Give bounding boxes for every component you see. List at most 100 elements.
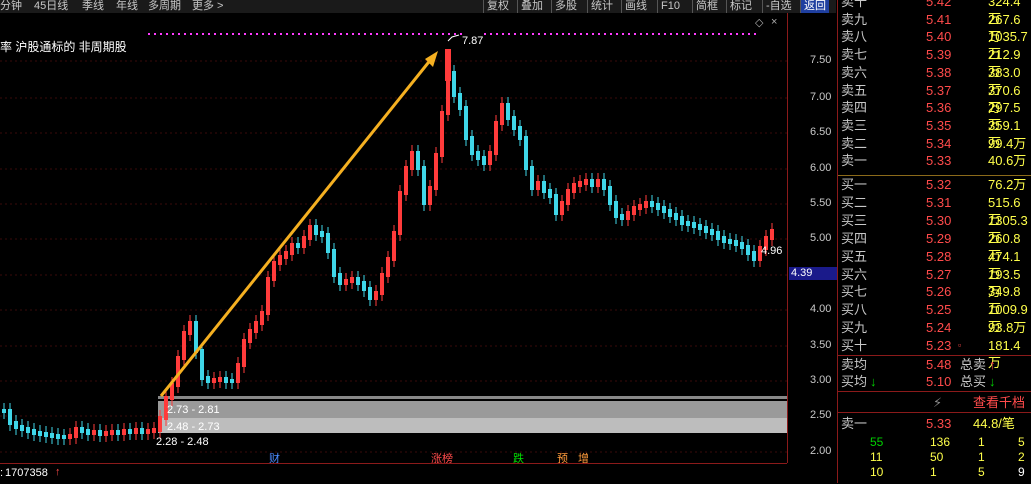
button-overlay[interactable]: 叠加 [517,0,546,13]
buy-row[interactable]: 买三 5.30 1305.3万 [838,212,1031,245]
signal-dot [718,33,720,35]
sell-row[interactable]: 卖五 5.37 370.6万 [838,82,1031,115]
tab-year[interactable]: 年线 [116,0,138,13]
sell-row[interactable]: 卖十 5.42 324.4万 [838,0,1031,26]
tab-multi-period[interactable]: 多周期 [148,0,181,13]
candle-body [266,277,270,315]
tab-minute[interactable]: 分钟 [0,0,22,13]
sell-row[interactable]: 卖三 5.35 359.1万 [838,117,1031,150]
signal-dot [676,33,678,35]
buy-row[interactable]: 买七 5.26 349.8万 [838,283,1031,316]
candle-body [476,151,480,160]
buy-row[interactable]: 买六 5.27 193.5万 [838,266,1031,299]
sell-row[interactable]: 卖六 5.38 383.0万 [838,64,1031,97]
signal-dot [214,33,216,35]
candle-body [56,434,60,439]
candle-body [14,421,18,429]
sell-one-label: 卖一 [841,416,868,431]
candle-body [440,111,444,157]
buy-row[interactable]: 买一 5.32 76.2万 [838,176,1031,193]
sell-row[interactable]: 卖九 5.41 267.6万 [838,11,1031,44]
candle-body [62,435,66,439]
candle-body [188,321,192,335]
candle-body [458,93,462,110]
candle-body [26,427,30,433]
signal-dot [724,33,726,35]
button-mark[interactable]: 标记 [726,0,755,13]
sell-volume: 99.4万 [988,135,1027,151]
signal-dot [538,33,540,35]
sell-row[interactable]: 卖四 5.36 297.5万 [838,99,1031,132]
signal-dot [496,33,498,35]
button-fq[interactable]: 复权 [483,0,512,13]
button-f10[interactable]: F10 [657,0,683,13]
buy-row[interactable]: 买四 5.29 260.8万 [838,230,1031,263]
sell-one-price: 5.33 [926,416,952,431]
sell-row[interactable]: 卖二 5.34 99.4万 [838,135,1031,152]
signal-dot [184,33,186,35]
buy-row[interactable]: 买八 5.25 1009.9万 [838,301,1031,334]
button-simple[interactable]: 简框 [692,0,721,13]
view-thousand-row[interactable]: ⚡ 查看千档 [838,394,1031,411]
candle-body [134,428,138,434]
button-add-watch[interactable]: -自选 [762,0,795,13]
buy-row[interactable]: 买五 5.28 474.1万 [838,248,1031,281]
y-tick-label: 6.50 [810,126,832,138]
sell-row[interactable]: 卖八 5.40 1035.7万 [838,28,1031,61]
candle-body [686,221,690,226]
y-tick-label: 7.50 [810,54,832,66]
candle-body [92,430,96,435]
candle-body [560,201,564,215]
candle-body [206,376,210,383]
candle-body [338,273,342,285]
signal-dot [322,33,324,35]
candle-body [224,377,228,383]
sell-level-label: 卖三 [841,117,868,133]
sell-row[interactable]: 卖七 5.39 212.9万 [838,46,1031,79]
candle-body [716,231,720,240]
close-icon[interactable]: × [771,16,777,28]
trade-grid-cell: 9 [1018,465,1025,479]
candle-body [116,430,120,435]
signal-dot [568,33,570,35]
signal-dot [712,33,714,35]
kline-chart[interactable]: 率 沪股通标的 非周期股 ◇ × 7.87 4.96 2.73 - 2.81 2… [0,13,787,465]
button-draw[interactable]: 画线 [621,0,650,13]
candle-body [752,251,756,261]
buy-row[interactable]: 买九 5.24 93.8万 [838,319,1031,336]
trade-grid-cell: 11 [870,450,883,464]
buy-level-label: 买二 [841,194,868,210]
signal-dot [706,33,708,35]
signal-dot [580,33,582,35]
candle-body [44,432,48,437]
button-multi-stock[interactable]: 多股 [551,0,580,13]
signal-dot [604,33,606,35]
sell-price: 5.36 [926,100,952,116]
button-stats[interactable]: 统计 [587,0,616,13]
sell-row[interactable]: 卖一 5.33 40.6万 [838,152,1031,169]
button-back[interactable]: 返回 [800,0,829,13]
candle-body [566,189,570,205]
diamond-icon[interactable]: ◇ [755,16,763,29]
candle-body [674,213,678,220]
buy-row[interactable]: 买二 5.31 515.6万 [838,194,1031,227]
signal-dot [316,33,318,35]
tab-more[interactable]: 更多 > [192,0,223,13]
current-price-tag: 4.39 [789,267,837,280]
buy-row[interactable]: 买十 5.23 181.4万 [838,337,1031,370]
view-thousand-button[interactable]: 查看千档 [973,394,1025,411]
signal-dot [274,33,276,35]
candle-body [536,181,540,190]
candle-body [668,209,672,217]
candle-body [122,429,126,435]
signal-dot [634,33,636,35]
signal-dot [340,33,342,35]
candle-body [320,231,324,237]
signal-dot [286,33,288,35]
candle-body [8,409,12,425]
tab-45day[interactable]: 45日线 [34,0,68,13]
tab-season[interactable]: 季线 [82,0,104,13]
zone-band [158,396,787,399]
buy-price: 5.23 [926,338,952,354]
trade-grid-cell: 1 [978,435,985,449]
